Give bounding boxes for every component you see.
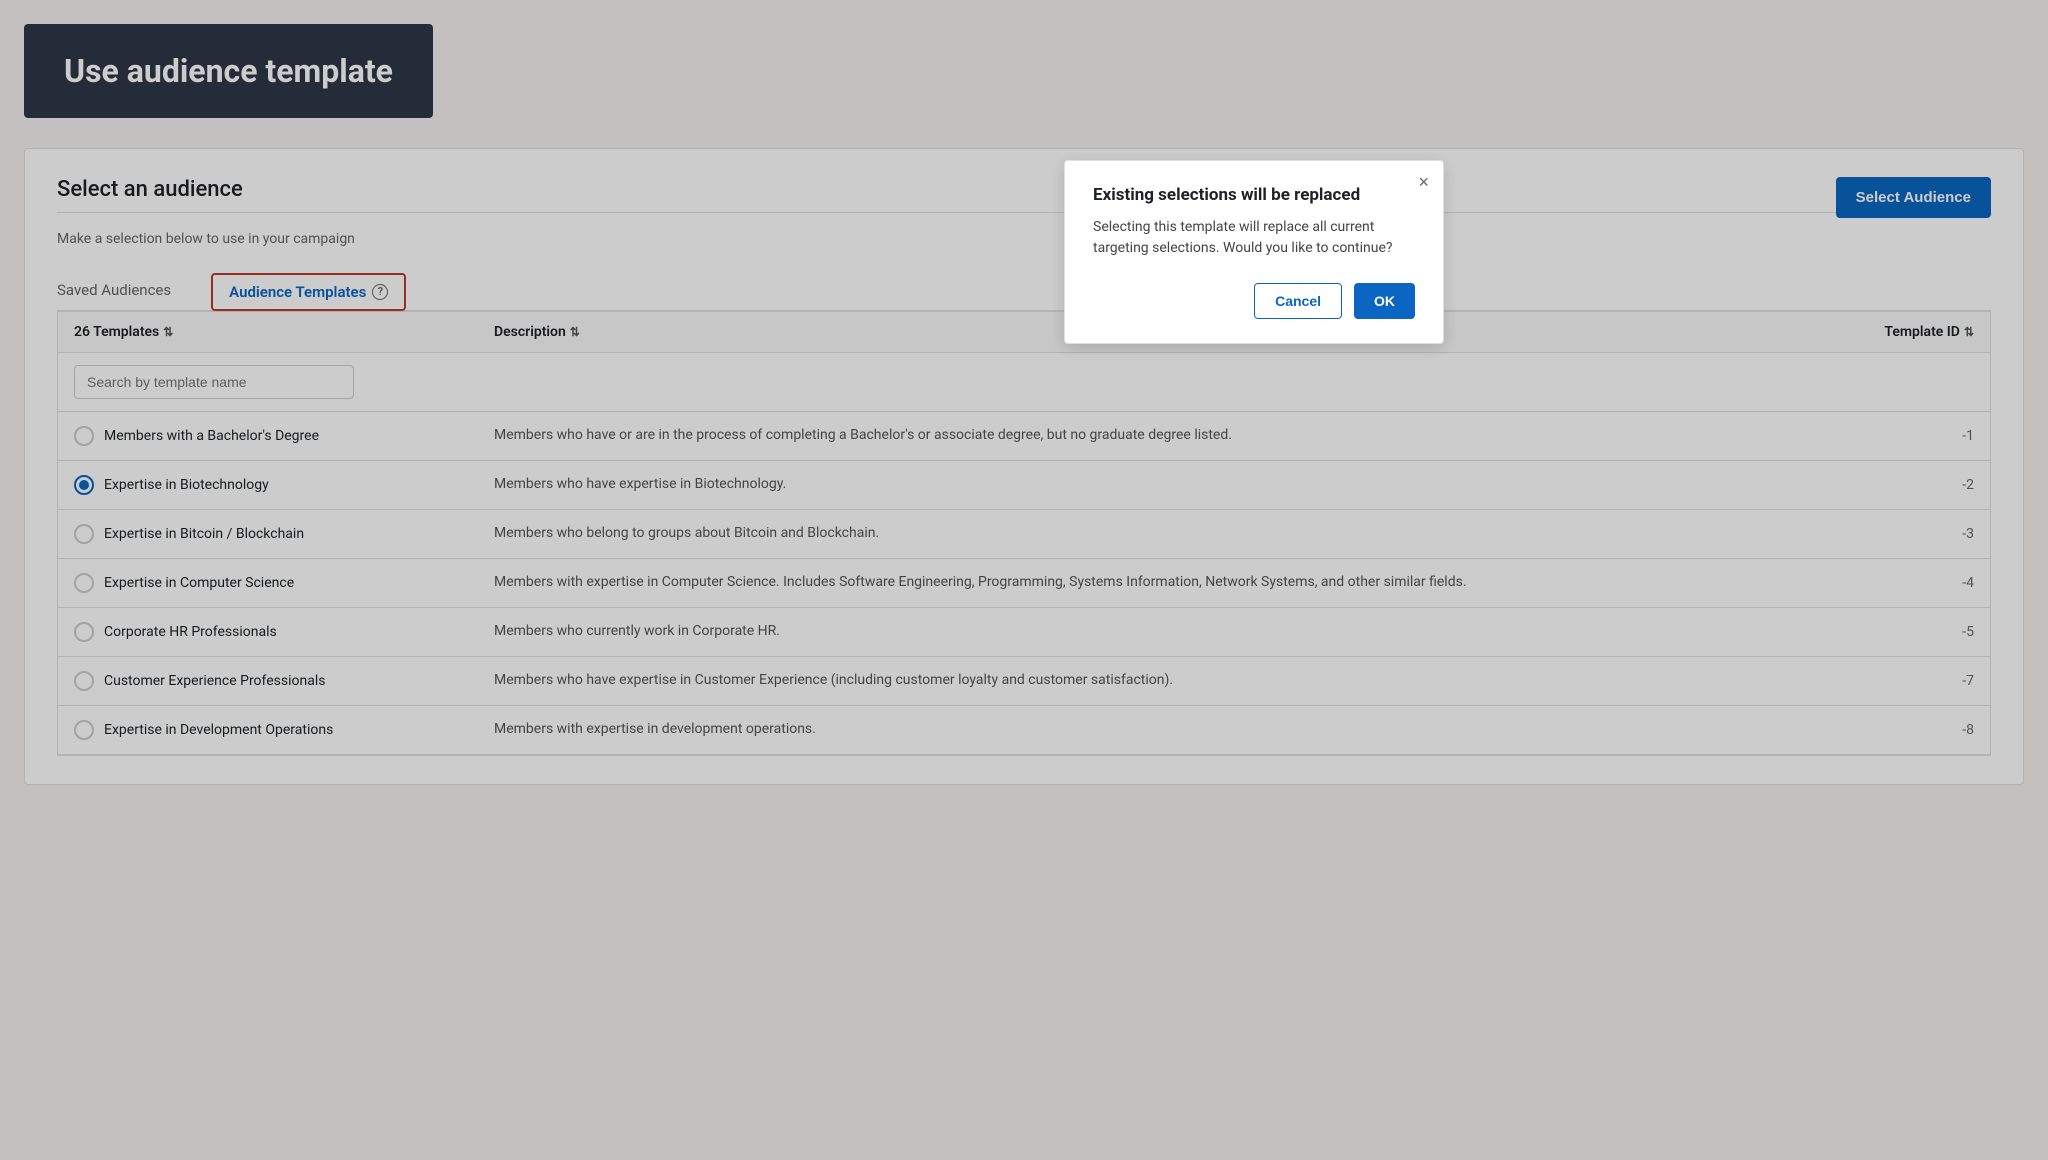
modal-title: Existing selections will be replaced xyxy=(1093,185,1415,205)
modal-cancel-button[interactable]: Cancel xyxy=(1254,283,1342,319)
modal-overlay: × Existing selections will be replaced S… xyxy=(0,0,2048,1160)
modal-close-button[interactable]: × xyxy=(1418,173,1429,191)
confirmation-modal: × Existing selections will be replaced S… xyxy=(1064,160,1444,344)
modal-body: Selecting this template will replace all… xyxy=(1093,217,1415,259)
modal-actions: Cancel OK xyxy=(1093,283,1415,319)
modal-ok-button[interactable]: OK xyxy=(1354,283,1415,319)
